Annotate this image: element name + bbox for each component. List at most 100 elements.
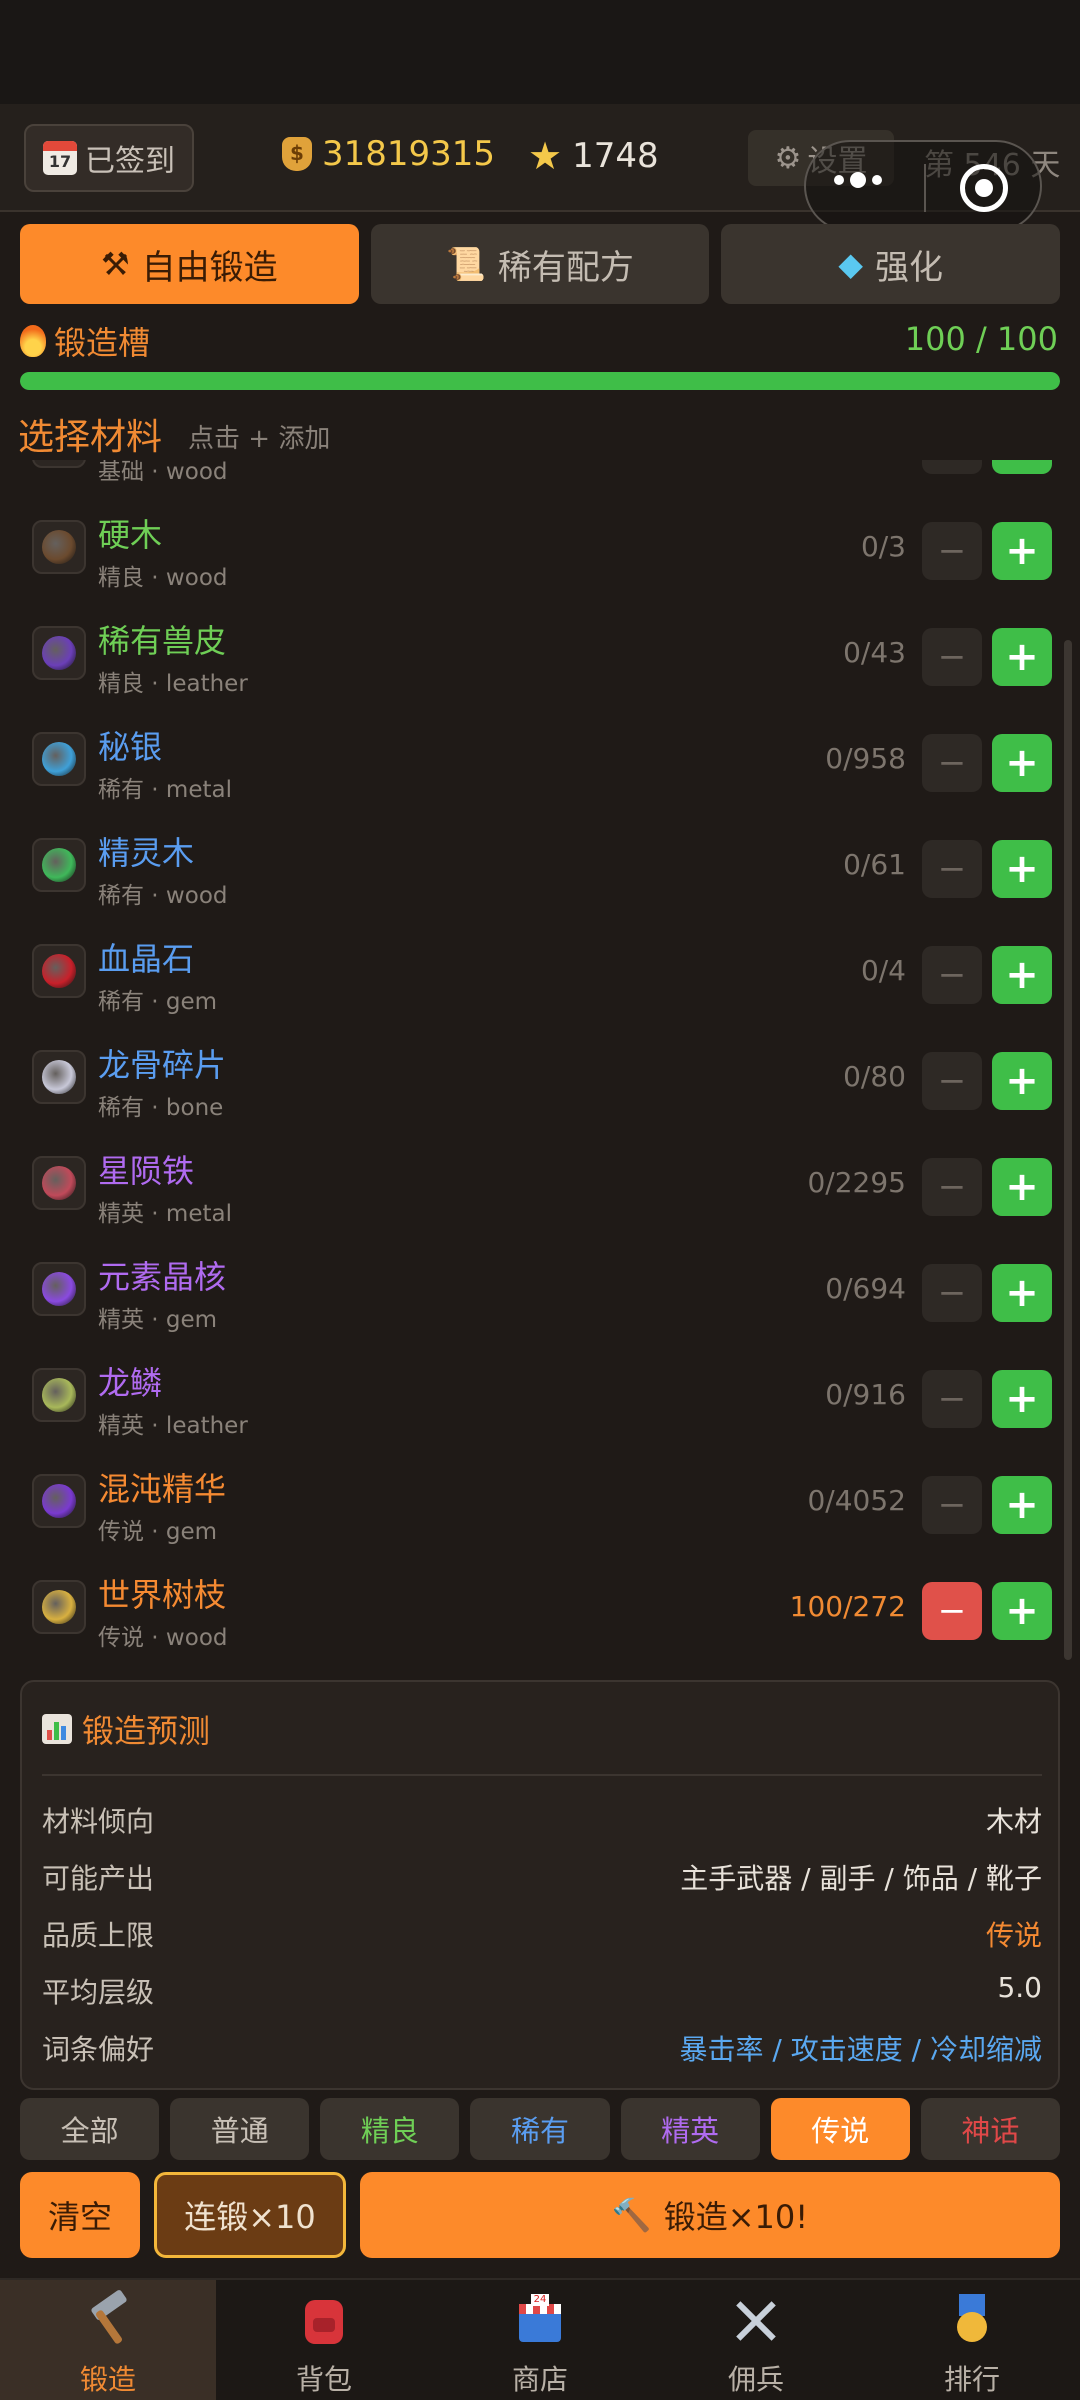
nav-item[interactable]: 24 商店 xyxy=(432,2280,648,2400)
increase-button[interactable]: + xyxy=(992,1264,1052,1322)
increase-button[interactable]: + xyxy=(992,946,1052,1004)
tab-free-forge[interactable]: ⚒ 自由锻造 xyxy=(20,224,359,304)
prediction-value: 木材 xyxy=(985,1805,1042,1838)
bottom-nav: 锻造 背包 24 商店 佣兵 排行 xyxy=(0,2278,1080,2400)
material-quantity: 100/272 xyxy=(789,1590,906,1623)
clear-button[interactable]: 清空 xyxy=(20,2172,140,2258)
material-meta: 基础 · wood xyxy=(98,460,228,485)
prediction-title: 锻造预测 xyxy=(42,1706,210,1752)
increase-button[interactable]: + xyxy=(992,1582,1052,1640)
increase-button[interactable]: + xyxy=(992,522,1052,580)
material-meta: 稀有 · gem xyxy=(98,989,218,1015)
material-row: 血晶石 稀有 · gem 0/4− + xyxy=(0,920,1080,1026)
tab-label: 稀有配方 xyxy=(497,247,634,288)
increase-button[interactable]: + xyxy=(992,1052,1052,1110)
nav-item[interactable]: 锻造 xyxy=(0,2280,216,2400)
quality-filter-button[interactable]: 全部 xyxy=(20,2098,160,2160)
nav-label: 锻造 xyxy=(79,2363,136,2396)
material-meta: 稀有 · wood xyxy=(98,883,228,909)
material-list[interactable]: 基础基础 · wood−+硬木精良 · wood0/3−+稀有兽皮精良 · le… xyxy=(0,460,1080,1660)
material-list-scrollbar[interactable] xyxy=(1064,640,1072,1660)
scroll-icon: 📜 xyxy=(446,245,486,283)
increase-button[interactable]: + xyxy=(992,1370,1052,1428)
gear-icon: ⚙ xyxy=(774,140,802,176)
forge-slot-count: 100 / 100 xyxy=(904,320,1058,358)
material-meta: 稀有 · metal xyxy=(98,777,232,803)
increase-button[interactable]: + xyxy=(992,628,1052,686)
more-menu-icon[interactable] xyxy=(834,172,882,188)
quality-filter-button[interactable]: 普通 xyxy=(170,2098,310,2160)
material-row: 龙骨碎片 稀有 · bone 0/80− + xyxy=(0,1026,1080,1132)
prediction-row: 材料倾向 木材 xyxy=(42,1800,1042,1840)
decrease-button[interactable]: − xyxy=(922,840,982,898)
decrease-button[interactable]: − xyxy=(922,460,982,474)
decrease-button[interactable]: − xyxy=(922,1052,982,1110)
increase-button[interactable]: + xyxy=(992,1476,1052,1534)
decrease-button[interactable]: − xyxy=(922,1158,982,1216)
quality-filter-button[interactable]: 稀有 xyxy=(470,2098,610,2160)
material-icon xyxy=(32,1156,86,1210)
tab-enhance[interactable]: ◆ 强化 xyxy=(721,224,1061,304)
money-bag-icon xyxy=(282,137,312,171)
star-icon: ★ xyxy=(528,134,563,178)
material-quantity: 0/4052 xyxy=(807,1484,906,1517)
nav-item[interactable]: 排行 xyxy=(864,2280,1080,2400)
material-row: 精灵木稀有 · wood 0/61− + xyxy=(0,814,1080,920)
material-meta: 精良 · leather xyxy=(98,671,248,697)
material-quantity: 0/694 xyxy=(825,1272,906,1305)
shop-icon: 24 xyxy=(513,2294,567,2348)
decrease-button[interactable]: − xyxy=(922,1476,982,1534)
select-material-title: 选择材料 xyxy=(18,417,163,458)
material-row: 硬木 精良 · wood 0/3− + xyxy=(0,496,1080,602)
quality-filter-button[interactable]: 传说 xyxy=(770,2098,910,2160)
increase-button[interactable]: + xyxy=(992,734,1052,792)
decrease-button[interactable]: − xyxy=(922,1582,982,1640)
increase-button[interactable]: + xyxy=(992,840,1052,898)
material-row: 世界树枝 传说 · wood 100/272− + xyxy=(0,1556,1080,1660)
anvil-hammer-icon: ⚒ xyxy=(100,245,130,283)
forge-prediction-panel: 锻造预测 材料倾向 木材 可能产出 主手武器 / 副手 / 饰品 / 靴子 品质上限 传说… xyxy=(20,1680,1060,2090)
material-name: 世界树枝 xyxy=(98,1576,227,1614)
material-icon xyxy=(32,1368,86,1422)
status-area xyxy=(0,0,1080,104)
decrease-button[interactable]: − xyxy=(922,734,982,792)
decrease-button[interactable]: − xyxy=(922,946,982,1004)
material-quantity: 0/80 xyxy=(843,1060,906,1093)
close-miniprogram-icon[interactable] xyxy=(960,164,1008,212)
chain-forge-toggle[interactable]: 连锻×10 xyxy=(154,2172,346,2258)
decrease-button[interactable]: − xyxy=(922,1370,982,1428)
material-icon xyxy=(32,838,86,892)
material-quantity: 0/2295 xyxy=(807,1166,906,1199)
material-name: 血晶石 xyxy=(98,940,195,978)
nav-item[interactable]: 佣兵 xyxy=(648,2280,864,2400)
decrease-button[interactable]: − xyxy=(922,522,982,580)
quality-filter-button[interactable]: 神话 xyxy=(920,2098,1060,2160)
prediction-key: 可能产出 xyxy=(42,1862,155,1895)
increase-button[interactable]: + xyxy=(992,460,1052,474)
nav-label: 商店 xyxy=(511,2363,568,2396)
material-name: 精灵木 xyxy=(98,834,195,872)
material-row: 稀有兽皮 精良 · leather 0/43− + xyxy=(0,602,1080,708)
material-icon xyxy=(32,1474,86,1528)
quality-filter-button[interactable]: 精英 xyxy=(620,2098,760,2160)
decrease-button[interactable]: − xyxy=(922,628,982,686)
sign-in-button[interactable]: 17 已签到 xyxy=(24,124,194,192)
material-icon xyxy=(32,460,86,468)
material-name: 星陨铁 xyxy=(98,1152,195,1190)
decrease-button[interactable]: − xyxy=(922,1264,982,1322)
star-value: 1748 xyxy=(572,136,659,176)
quality-filter-button[interactable]: 精良 xyxy=(320,2098,460,2160)
hammer-icon xyxy=(81,2288,135,2348)
material-name: 混沌精华 xyxy=(98,1470,227,1508)
tab-rare-recipe[interactable]: 📜 稀有配方 xyxy=(370,224,710,304)
medal-icon xyxy=(945,2294,999,2348)
forge-button[interactable]: 🔨 锻造×10! xyxy=(360,2172,1060,2258)
increase-button[interactable]: + xyxy=(992,1158,1052,1216)
gold-value: 31819315 xyxy=(322,134,496,174)
material-meta: 精英 · metal xyxy=(98,1201,232,1227)
material-quantity: 0/61 xyxy=(843,848,906,881)
material-quantity: 0/958 xyxy=(825,742,906,775)
material-meta: 稀有 · bone xyxy=(98,1095,224,1121)
material-meta: 精英 · leather xyxy=(98,1413,248,1439)
nav-item[interactable]: 背包 xyxy=(216,2280,432,2400)
